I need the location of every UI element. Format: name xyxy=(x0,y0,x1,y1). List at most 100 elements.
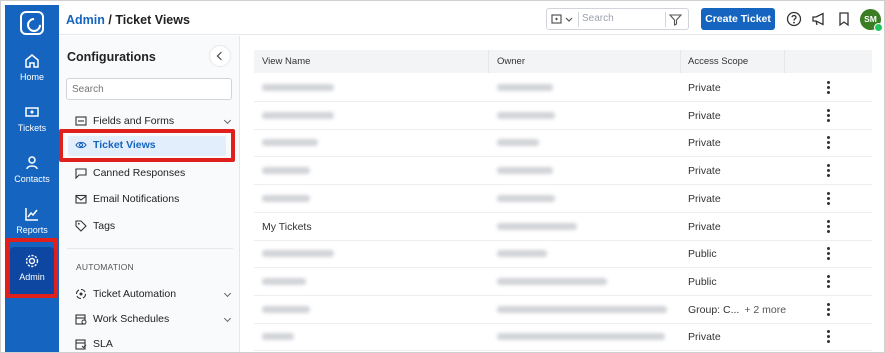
table-row[interactable]: Private xyxy=(254,185,872,213)
access-scope-text: Group: C... xyxy=(688,303,740,316)
page-title: Ticket Views xyxy=(115,13,190,27)
nav-work-schedules[interactable]: Work Schedules xyxy=(75,310,232,330)
row-actions-kebab-icon[interactable] xyxy=(826,81,830,95)
rail-tickets-label: Tickets xyxy=(17,123,47,133)
redacted-view-name xyxy=(262,277,306,285)
table-row[interactable]: Private xyxy=(254,74,872,102)
left-rail: Home Tickets Contacts Reports Admin xyxy=(5,5,59,352)
chevron-down-icon xyxy=(223,289,232,298)
redacted-view-name xyxy=(262,333,294,341)
chevron-down-icon xyxy=(223,314,232,323)
column-header-owner[interactable]: Owner xyxy=(497,56,525,67)
mail-icon xyxy=(75,194,87,204)
access-scope-text: Private xyxy=(688,192,721,205)
help-icon[interactable] xyxy=(786,11,802,27)
access-scope-cell: Private xyxy=(688,193,721,205)
redacted-owner xyxy=(497,194,555,202)
access-scope-text: Public xyxy=(688,275,717,288)
search-input[interactable]: Search xyxy=(582,13,614,24)
table-row[interactable]: Private xyxy=(254,129,872,158)
redacted-view-name xyxy=(262,84,334,91)
table-row[interactable]: Private xyxy=(254,102,872,130)
megaphone-icon[interactable] xyxy=(811,11,827,27)
form-icon xyxy=(75,116,87,126)
access-scope-text: Private xyxy=(688,165,721,178)
table-row[interactable]: My Tickets Private xyxy=(254,213,872,241)
avatar[interactable]: SM xyxy=(860,9,883,32)
nav-label: Email Notifications xyxy=(93,193,180,205)
redacted-owner xyxy=(497,222,577,230)
access-scope-cell: Group: C... + 2 more xyxy=(688,304,786,316)
table-header: View Name Owner Access Scope xyxy=(254,50,872,73)
row-actions-kebab-icon[interactable] xyxy=(826,136,830,150)
rail-home[interactable]: Home xyxy=(5,47,59,91)
rail-reports-label: Reports xyxy=(16,225,48,235)
row-actions-kebab-icon[interactable] xyxy=(826,191,830,206)
create-ticket-button[interactable]: Create Ticket xyxy=(701,8,775,30)
rail-contacts[interactable]: Contacts xyxy=(5,149,59,193)
access-scope-cell: Private xyxy=(688,82,721,94)
view-name-cell[interactable]: My Tickets xyxy=(262,221,312,233)
nav-label: Canned Responses xyxy=(93,167,186,179)
nav-label: Tags xyxy=(93,220,116,232)
row-actions-kebab-icon[interactable] xyxy=(826,108,830,123)
nav-label: Fields and Forms xyxy=(93,115,175,127)
config-search-input[interactable] xyxy=(66,78,232,100)
row-actions-kebab-icon[interactable] xyxy=(826,247,830,261)
nav-email-notifications[interactable]: Email Notifications xyxy=(75,190,230,210)
access-scope-cell: Private xyxy=(688,165,721,177)
table-row[interactable]: Public xyxy=(254,240,872,269)
global-search[interactable]: Search xyxy=(546,8,689,30)
nav-sla[interactable]: SLA xyxy=(75,335,230,352)
access-scope-cell: Private xyxy=(688,137,721,149)
redacted-view-name xyxy=(262,305,310,313)
person-icon xyxy=(26,156,38,170)
bookmark-icon[interactable] xyxy=(836,11,852,27)
access-scope-text: Private xyxy=(688,220,721,233)
redacted-view-name xyxy=(262,194,310,202)
row-actions-kebab-icon[interactable] xyxy=(826,302,830,317)
row-actions-kebab-icon[interactable] xyxy=(826,164,830,178)
redacted-owner xyxy=(497,84,553,91)
nav-tags[interactable]: Tags xyxy=(75,217,230,237)
column-header-access-scope[interactable]: Access Scope xyxy=(688,56,748,67)
nav-canned-responses[interactable]: Canned Responses xyxy=(75,164,230,184)
automation-icon xyxy=(75,288,87,300)
ticket-icon xyxy=(25,107,39,117)
table-row[interactable]: Group: C... + 2 more xyxy=(254,296,872,324)
chevron-down-icon xyxy=(223,116,232,125)
rail-tickets[interactable]: Tickets xyxy=(5,98,59,142)
redacted-owner xyxy=(497,250,547,258)
breadcrumb: Admin / Ticket Views xyxy=(66,13,190,27)
redacted-owner xyxy=(497,305,667,313)
redacted-owner xyxy=(497,139,539,147)
online-status-icon xyxy=(874,23,883,32)
breadcrumb-separator: / xyxy=(108,13,112,27)
table-row[interactable]: Public xyxy=(254,268,872,296)
filter-icon[interactable] xyxy=(669,13,682,26)
app-logo-icon[interactable] xyxy=(20,11,44,35)
table-row[interactable]: Private xyxy=(254,323,872,352)
search-scope-icon[interactable] xyxy=(551,13,577,26)
column-header-view-name[interactable]: View Name xyxy=(262,56,310,67)
rail-contacts-label: Contacts xyxy=(14,174,50,184)
redacted-owner xyxy=(497,333,665,341)
row-actions-kebab-icon[interactable] xyxy=(826,274,830,289)
table-row[interactable]: Private xyxy=(254,157,872,186)
admin-highlight-box xyxy=(5,238,58,298)
access-scope-cell: Public xyxy=(688,248,717,260)
collapse-panel-button[interactable] xyxy=(209,45,231,67)
sla-icon xyxy=(75,339,87,350)
nav-ticket-automation[interactable]: Ticket Automation xyxy=(75,285,232,305)
nav-label: SLA xyxy=(93,338,113,350)
redacted-owner xyxy=(497,111,555,119)
redacted-view-name xyxy=(262,111,334,119)
more-groups-link[interactable]: + 2 more xyxy=(744,304,786,316)
access-scope-text: Private xyxy=(688,109,721,122)
breadcrumb-admin-link[interactable]: Admin xyxy=(66,13,105,27)
access-scope-cell: Private xyxy=(688,221,721,233)
access-scope-cell: Private xyxy=(688,331,721,343)
row-actions-kebab-icon[interactable] xyxy=(826,330,830,344)
row-actions-kebab-icon[interactable] xyxy=(826,219,830,234)
top-bar: Admin / Ticket Views Search Create Ticke… xyxy=(59,5,883,35)
